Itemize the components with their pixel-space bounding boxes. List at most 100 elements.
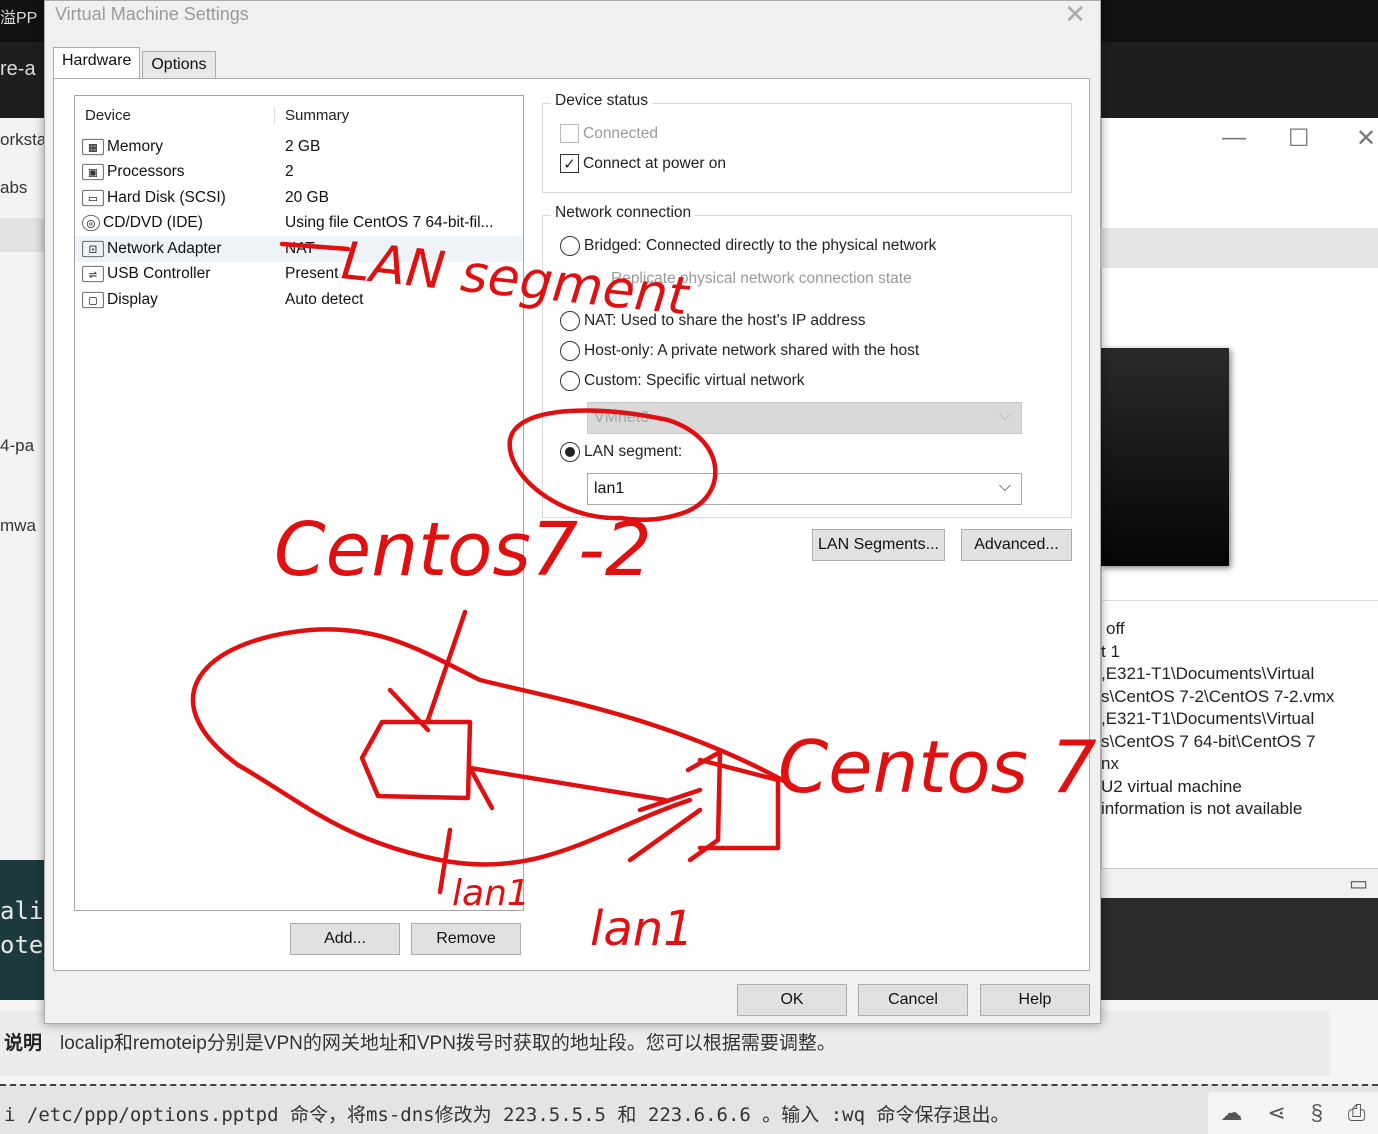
nat-radio[interactable]: NAT: Used to share the host's IP address (560, 311, 866, 331)
background-left-fragment: 4-pa (0, 436, 35, 455)
vm-detail-line: off (1106, 619, 1125, 638)
device-status-label: Device status (551, 92, 653, 110)
custom-label: Custom: Specific virtual network (584, 372, 805, 389)
hardware-pane: Device Summary ▦ Memory 2 GB ▣ Processors … (53, 78, 1090, 971)
device-summary: 20 GB (285, 188, 329, 206)
divider (1101, 600, 1378, 601)
background-right-footer: ▭ (1101, 868, 1378, 898)
device-name: USB Controller (107, 265, 211, 283)
custom-network-value: VMnet0 (594, 409, 650, 426)
tab-hardware[interactable]: Hardware (53, 47, 141, 79)
lan-segments-button[interactable]: LAN Segments... (812, 529, 945, 561)
vm-detail-line: nx (1101, 754, 1119, 773)
lan-segment-select[interactable]: lan1 ⌵ (587, 473, 1022, 505)
device-row-processors[interactable]: ▣ Processors 2 (75, 160, 523, 186)
device-name: Hard Disk (SCSI) (107, 188, 226, 206)
display-icon: ▢ (82, 291, 104, 308)
device-name: CD/DVD (IDE) (103, 214, 203, 232)
print-icon[interactable]: ⎙ (1348, 1100, 1366, 1126)
device-summary: NAT (285, 239, 315, 257)
minimize-icon[interactable]: — (1222, 124, 1246, 152)
cd-dvd-icon: ◎ (82, 215, 100, 232)
ok-button[interactable]: OK (737, 984, 847, 1016)
note-label: 说明 (4, 1033, 43, 1054)
background-left-selected-row (0, 218, 44, 252)
terminal-line: ali (0, 897, 44, 925)
terminal-line: ote (0, 931, 44, 959)
vm-detail-line: U2 virtual machine (1101, 776, 1242, 796)
device-row-hard-disk[interactable]: ▭ Hard Disk (SCSI) 20 GB (75, 185, 523, 211)
nat-label: NAT: Used to share the host's IP address (584, 312, 866, 329)
chevron-down-icon: ⌵ (998, 407, 1011, 424)
device-row-cd-dvd[interactable]: ◎ CD/DVD (IDE) Using file CentOS 7 64-bit… (75, 211, 523, 237)
host-only-label: Host-only: A private network shared with… (584, 342, 920, 359)
note-icon[interactable]: ▭ (1349, 871, 1368, 896)
device-row-usb-controller[interactable]: ⇌ USB Controller Present (75, 262, 523, 288)
connect-at-power-on-label: Connect at power on (583, 154, 727, 172)
host-only-radio[interactable]: Host-only: A private network shared with… (560, 341, 919, 361)
help-button[interactable]: Help (980, 984, 1090, 1016)
radio-off-icon (560, 371, 580, 391)
vm-detail-line: s\CentOS 7 64-bit\CentOS 7 (1101, 731, 1316, 751)
device-list[interactable]: Device Summary ▦ Memory 2 GB ▣ Processors … (74, 95, 524, 911)
device-summary: Present (285, 265, 339, 283)
doc-command-line: i /etc/ppp/options.pptpd 命令，将ms-dns修改为 2… (0, 1084, 1378, 1134)
device-list-header: Device Summary (75, 96, 523, 134)
bottom-toolbar: ☁ ⋖ § ⎙ (1208, 1092, 1378, 1134)
device-name: Network Adapter (107, 239, 222, 257)
background-left-fragment: orksta (0, 130, 47, 149)
close-icon[interactable]: ✕ (1356, 124, 1376, 153)
device-summary: 2 (285, 163, 294, 181)
vm-screen-thumbnail[interactable] (1101, 348, 1229, 566)
device-row-network-adapter[interactable]: ⊡ Network Adapter NAT (75, 236, 523, 262)
background-left-fragment: mwa (0, 516, 36, 535)
advanced-button[interactable]: Advanced... (961, 529, 1072, 561)
dialog-title: Virtual Machine Settings (55, 4, 249, 24)
connected-checkbox[interactable]: Connected (560, 124, 658, 143)
add-device-button[interactable]: Add... (290, 923, 400, 955)
network-connection-group: Network connection Bridged: Connected di… (542, 204, 1072, 518)
bridged-label: Bridged: Connected directly to the physi… (584, 237, 937, 254)
vm-detail-line: s\CentOS 7-2\CentOS 7-2.vmx (1101, 686, 1335, 706)
note-text: localip和remoteip分别是VPN的网关地址和VPN拨号时获取的地址段… (60, 1033, 836, 1054)
radio-off-icon (560, 311, 580, 331)
device-name: Display (107, 290, 158, 308)
connect-at-power-on-checkbox[interactable]: ✓ Connect at power on (560, 154, 726, 173)
custom-network-select[interactable]: VMnet0 ⌵ (587, 402, 1022, 434)
custom-radio[interactable]: Custom: Specific virtual network (560, 371, 805, 391)
device-name: Memory (107, 137, 163, 155)
bridged-radio[interactable]: Bridged: Connected directly to the physi… (560, 236, 936, 256)
cancel-button[interactable]: Cancel (858, 984, 968, 1016)
checkbox-checked-icon: ✓ (560, 154, 579, 173)
device-row-memory[interactable]: ▦ Memory 2 GB (75, 134, 523, 160)
tab-bar: Hardware Options (53, 47, 218, 79)
vm-settings-dialog: Virtual Machine Settings ✕ Hardware Opti… (44, 0, 1101, 1024)
lan-segment-radio[interactable]: LAN segment: (560, 442, 682, 462)
device-summary: 2 GB (285, 137, 321, 155)
radio-off-icon (560, 341, 580, 361)
close-icon[interactable]: ✕ (1064, 0, 1086, 30)
device-name: Processors (107, 163, 185, 181)
share-icon[interactable]: ⋖ (1267, 1100, 1285, 1126)
lan-segment-label: LAN segment: (584, 443, 683, 460)
tab-options[interactable]: Options (142, 51, 216, 79)
replicate-checkbox[interactable]: Replicate physical network connection st… (611, 270, 912, 288)
device-row-display[interactable]: ▢ Display Auto detect (75, 287, 523, 313)
background-left-fragment: abs (0, 178, 28, 197)
lan-segment-value: lan1 (594, 480, 625, 497)
column-header-device[interactable]: Device (75, 106, 275, 124)
vm-detail-line: information is not available (1101, 799, 1303, 818)
network-adapter-icon: ⊡ (82, 240, 104, 257)
background-right-bar (1101, 228, 1378, 268)
vm-detail-line: ,E321-T1\Documents\Virtual (1101, 664, 1315, 683)
network-connection-label: Network connection (551, 204, 696, 222)
cloud-icon[interactable]: ☁ (1220, 1100, 1242, 1126)
maximize-icon[interactable]: ☐ (1288, 124, 1310, 153)
hard-disk-icon: ▭ (82, 189, 104, 206)
memory-icon: ▦ (82, 138, 104, 155)
usb-icon: ⇌ (82, 266, 104, 283)
column-header-summary[interactable]: Summary (275, 107, 349, 124)
settings-icon[interactable]: § (1311, 1100, 1323, 1126)
remove-device-button[interactable]: Remove (411, 923, 521, 955)
background-terminal: ali ote (0, 860, 44, 1000)
